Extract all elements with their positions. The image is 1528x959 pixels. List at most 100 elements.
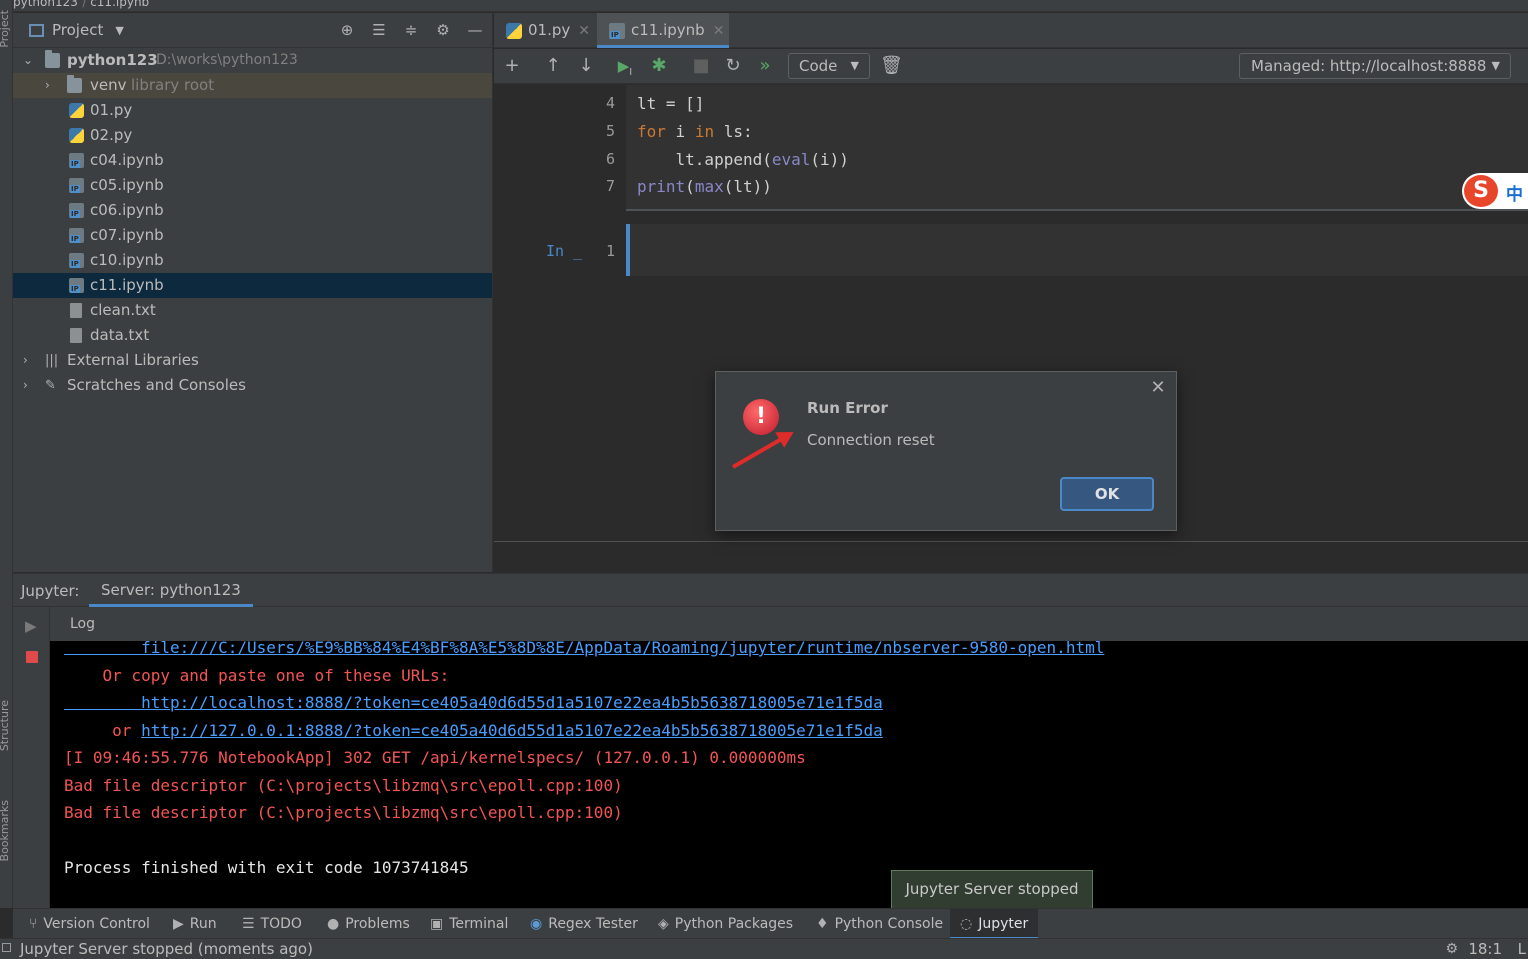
project-panel-title[interactable]: Project	[52, 21, 103, 39]
tree-item-file[interactable]: c07.ipynb	[13, 223, 492, 248]
status-message[interactable]: Jupyter Server stopped (moments ago)	[20, 940, 313, 958]
settings-icon[interactable]: ⚙	[1445, 941, 1458, 957]
tree-item-file[interactable]: c05.ipynb	[13, 173, 492, 198]
tab-c11-ipynb[interactable]: c11.ipynb ✕	[597, 13, 729, 48]
debug-icon[interactable]: ✱	[648, 55, 670, 77]
root-folder-path: D:\works\python123	[156, 52, 298, 68]
jupyter-tool-window-header: Jupyter: Server: python123	[13, 573, 1528, 607]
code-line[interactable]: lt.append(eval(i))	[637, 150, 849, 169]
tree-root-python123[interactable]: ⌄ python123 D:\works\python123	[13, 48, 492, 73]
bookmarks-side-tab[interactable]: Bookmarks	[0, 800, 11, 861]
chevron-right-icon[interactable]: ›	[45, 73, 57, 98]
root-folder-name: python123	[67, 51, 158, 69]
code-line[interactable]: print(max(lt))	[637, 177, 772, 196]
tree-item-file[interactable]: clean.txt	[13, 298, 492, 323]
console-line: [I 09:46:55.776 NotebookApp] 302 GET /ap…	[64, 748, 806, 767]
cell-type-select[interactable]: Code ▼	[788, 53, 870, 79]
tool-problems[interactable]: ● Problems	[327, 909, 410, 939]
ime-indicator[interactable]: S 中	[1462, 173, 1528, 209]
console-output[interactable]: file:///C:/Users/%E9%BB%84%E4%BF%8A%E5%8…	[50, 641, 1528, 908]
tree-item-file-selected[interactable]: c11.ipynb	[13, 273, 492, 298]
structure-side-tab[interactable]: Structure	[0, 700, 11, 751]
console-line: Or copy and paste one of these URLs:	[64, 666, 450, 685]
tree-item-file[interactable]: c10.ipynb	[13, 248, 492, 273]
jupyter-stopped-tooltip: Jupyter Server stopped	[891, 870, 1093, 916]
close-icon[interactable]: ✕	[1148, 378, 1168, 398]
expand-all-icon[interactable]: ☰	[370, 21, 388, 39]
status-toggle-icon[interactable]	[2, 943, 11, 952]
gear-icon[interactable]: ⚙	[434, 21, 452, 39]
folder-icon	[67, 75, 82, 93]
external-libraries-label: External Libraries	[67, 351, 199, 369]
tool-label: Regex Tester	[548, 916, 638, 932]
regex-icon: ◉	[530, 916, 543, 932]
locate-icon[interactable]: ⊕	[338, 21, 356, 39]
status-bar: Jupyter Server stopped (moments ago) ⚙ 1…	[0, 938, 1528, 959]
code-line[interactable]: lt = []	[637, 94, 704, 113]
tool-run[interactable]: ▶ Run	[173, 909, 217, 939]
tool-label: Jupyter	[978, 916, 1029, 932]
ok-button[interactable]: OK	[1060, 477, 1154, 511]
run-cell-icon[interactable]: ▶I	[614, 55, 636, 78]
file-name: 02.py	[90, 126, 133, 144]
collapse-all-icon[interactable]: ≑	[402, 21, 420, 39]
play-icon[interactable]: ▶	[25, 617, 37, 635]
tree-item-file[interactable]: 01.py	[13, 98, 492, 123]
branch-icon: ⑂	[29, 916, 38, 932]
stop-icon[interactable]: ■	[690, 55, 712, 77]
chevron-down-icon[interactable]: ▼	[115, 24, 123, 37]
breadcrumb-project[interactable]: python123	[13, 0, 78, 9]
spinner-icon: ◌	[960, 916, 973, 932]
restart-icon[interactable]: ↻	[722, 55, 744, 77]
tool-label: Problems	[345, 916, 410, 932]
tree-item-file[interactable]: data.txt	[13, 323, 492, 348]
tree-item-venv[interactable]: › venv library root	[13, 73, 492, 98]
file-name: 01.py	[90, 101, 133, 119]
tree-item-external-libraries[interactable]: › ||| External Libraries	[13, 348, 492, 373]
console-line[interactable]: http://localhost:8888/?token=ce405a40d6d…	[64, 693, 883, 712]
chevron-right-icon[interactable]: ›	[23, 348, 35, 373]
tool-regex-tester[interactable]: ◉ Regex Tester	[530, 909, 638, 939]
tree-item-file[interactable]: 02.py	[13, 123, 492, 148]
tool-label: Run	[189, 916, 217, 932]
tool-label: Version Control	[43, 916, 150, 932]
status-extra[interactable]: L	[1518, 940, 1526, 958]
jupyter-server-select[interactable]: Managed: http://localhost:8888 ▼	[1239, 53, 1511, 79]
stop-icon[interactable]	[26, 651, 38, 663]
tool-python-packages[interactable]: ◈ Python Packages	[658, 909, 793, 939]
hide-icon[interactable]: —	[466, 21, 484, 39]
tool-terminal[interactable]: ▣ Terminal	[430, 909, 508, 939]
tree-item-file[interactable]: c04.ipynb	[13, 148, 492, 173]
play-icon: ▶	[173, 916, 184, 932]
close-icon[interactable]: ✕	[713, 23, 725, 39]
editor-tabs: 01.py ✕ c11.ipynb ✕	[494, 13, 1528, 48]
tool-version-control[interactable]: ⑂ Version Control	[29, 909, 150, 939]
console-line[interactable]: or http://127.0.0.1:8888/?token=ce405a40…	[64, 721, 883, 740]
tool-todo[interactable]: ☰ TODO	[242, 909, 302, 939]
close-icon[interactable]: ✕	[578, 23, 590, 39]
caret-position[interactable]: 18:1	[1468, 940, 1502, 958]
list-icon: ☰	[242, 916, 255, 932]
run-all-icon[interactable]: »	[754, 55, 776, 77]
add-cell-icon[interactable]: +	[501, 55, 523, 77]
move-down-icon[interactable]: ↓	[575, 55, 597, 77]
tree-item-file[interactable]: c06.ipynb	[13, 198, 492, 223]
project-side-tab[interactable]: Project	[0, 10, 11, 48]
breadcrumb-file[interactable]: c11.ipynb	[90, 0, 149, 9]
console-line[interactable]: file:///C:/Users/%E9%BB%84%E4%BF%8A%E5%8…	[64, 641, 1104, 657]
left-tool-strip: Project Structure Bookmarks	[0, 0, 13, 908]
tree-item-scratches[interactable]: › ✎ Scratches and Consoles	[13, 373, 492, 398]
tool-python-console[interactable]: ♦ Python Console	[816, 909, 943, 939]
console-line: Bad file descriptor (C:\projects\libzmq\…	[64, 803, 623, 822]
trash-icon[interactable]: 🗑	[880, 55, 903, 77]
tab-01-py[interactable]: 01.py ✕	[494, 13, 596, 48]
tab-server-python123[interactable]: Server: python123	[89, 574, 253, 607]
chevron-right-icon[interactable]: ›	[23, 373, 35, 398]
tab-log[interactable]: Log	[70, 616, 95, 632]
line-number: 5	[605, 122, 615, 140]
move-up-icon[interactable]: ↑	[542, 55, 564, 77]
code-line[interactable]: for i in ls:	[637, 122, 753, 141]
chevron-down-icon[interactable]: ⌄	[23, 48, 35, 73]
empty-code-cell[interactable]	[626, 224, 1528, 276]
tool-jupyter[interactable]: ◌ Jupyter	[950, 909, 1039, 939]
